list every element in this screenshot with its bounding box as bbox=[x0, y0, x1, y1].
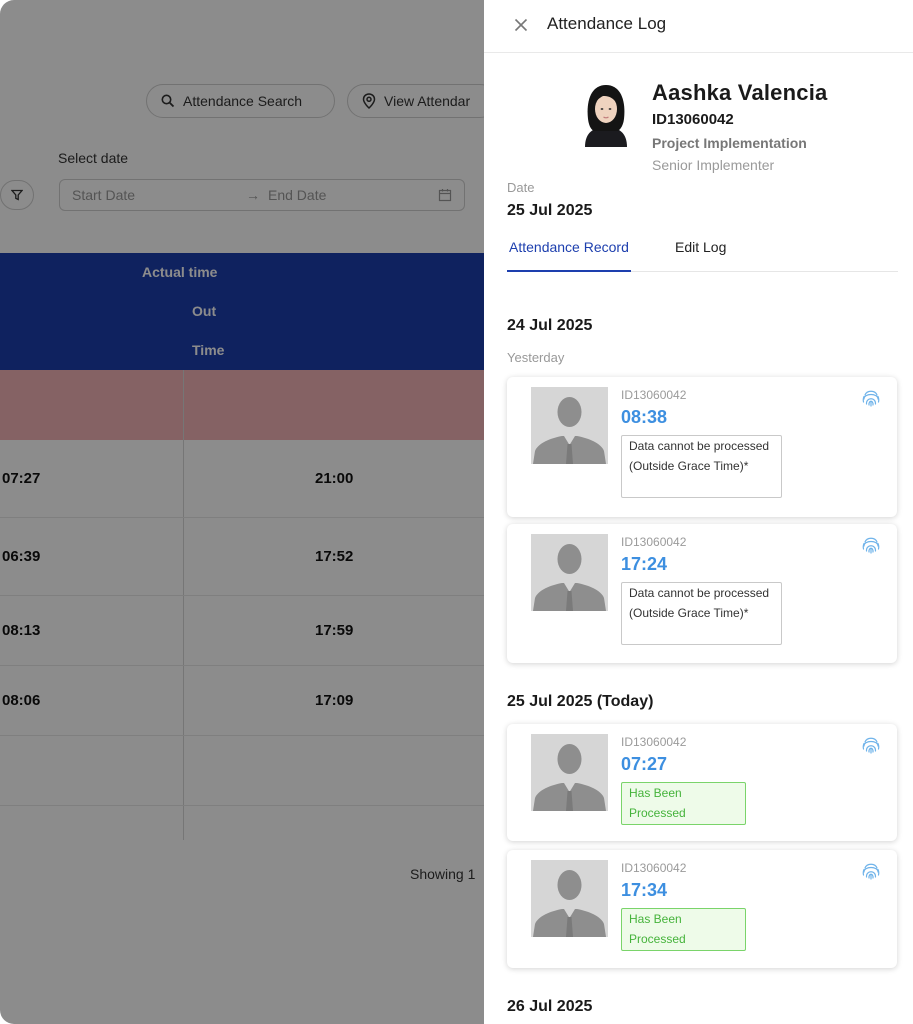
drawer-tabs: Attendance Record Edit Log bbox=[507, 230, 898, 272]
record-time: 07:27 bbox=[621, 754, 668, 774]
close-icon bbox=[514, 18, 528, 32]
tab-edit-log[interactable]: Edit Log bbox=[675, 239, 726, 272]
employee-department: Project Implementation bbox=[652, 135, 807, 151]
person-silhouette-icon bbox=[531, 860, 608, 937]
day-heading: 25 Jul 2025 (Today) bbox=[507, 693, 654, 710]
record-id: ID13060042 bbox=[621, 735, 687, 749]
employee-name: Aashka Valencia bbox=[652, 80, 828, 105]
attendance-record-card[interactable]: ID13060042 07:27 Has Been Processed bbox=[507, 724, 897, 841]
record-id: ID13060042 bbox=[621, 388, 687, 402]
employee-photo bbox=[579, 79, 633, 147]
attendance-record-card[interactable]: ID13060042 17:24 Data cannot be processe… bbox=[507, 524, 897, 663]
attendance-record-card[interactable]: ID13060042 17:34 Has Been Processed bbox=[507, 850, 897, 968]
date-label: Date bbox=[507, 180, 535, 195]
record-id: ID13060042 bbox=[621, 535, 687, 549]
fingerprint-glyph bbox=[862, 537, 880, 554]
status-badge: Has Been Processed bbox=[621, 908, 746, 951]
avatar-placeholder bbox=[531, 534, 608, 611]
employee-id: ID13060042 bbox=[652, 111, 734, 128]
person-silhouette-icon bbox=[531, 534, 608, 611]
status-badge: Data cannot be processed (Outside Grace … bbox=[621, 582, 782, 645]
employee-position: Senior Implementer bbox=[652, 157, 775, 173]
drawer-title: Attendance Log bbox=[547, 14, 667, 33]
attendance-log-drawer: Attendance Log Aashka Valencia ID1306004… bbox=[484, 0, 913, 1024]
fingerprint-icon[interactable] bbox=[861, 861, 881, 881]
day-heading: 26 Jul 2025 bbox=[507, 998, 593, 1015]
avatar-placeholder bbox=[531, 387, 608, 464]
fingerprint-glyph bbox=[862, 737, 880, 754]
fingerprint-glyph bbox=[862, 863, 880, 880]
record-id: ID13060042 bbox=[621, 861, 687, 875]
drawer-header: Attendance Log bbox=[484, 0, 913, 53]
day-subheading: Yesterday bbox=[507, 350, 565, 365]
avatar-placeholder bbox=[531, 860, 608, 937]
fingerprint-icon[interactable] bbox=[861, 735, 881, 755]
close-button[interactable] bbox=[511, 15, 531, 35]
avatar-placeholder bbox=[531, 734, 608, 811]
person-silhouette-icon bbox=[531, 734, 608, 811]
day-heading: 24 Jul 2025 bbox=[507, 317, 593, 334]
fingerprint-glyph bbox=[862, 390, 880, 407]
fingerprint-icon[interactable] bbox=[861, 535, 881, 555]
person-silhouette-icon bbox=[531, 387, 608, 464]
attendance-record-card[interactable]: ID13060042 08:38 Data cannot be processe… bbox=[507, 377, 897, 517]
record-time: 17:24 bbox=[621, 554, 668, 574]
status-badge: Data cannot be processed (Outside Grace … bbox=[621, 435, 782, 498]
record-time: 17:34 bbox=[621, 880, 668, 900]
status-badge: Has Been Processed bbox=[621, 782, 746, 825]
fingerprint-icon[interactable] bbox=[861, 388, 881, 408]
tab-attendance-record[interactable]: Attendance Record bbox=[507, 239, 631, 272]
record-time: 08:38 bbox=[621, 407, 668, 427]
date-value: 25 Jul 2025 bbox=[507, 202, 593, 219]
